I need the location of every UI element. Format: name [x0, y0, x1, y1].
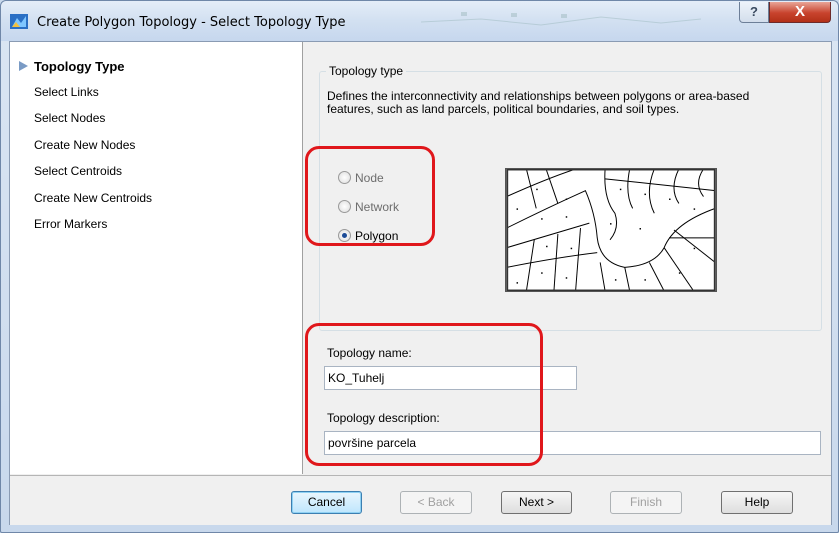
- title-bar-decoration: [421, 12, 701, 26]
- nav-step-select-links[interactable]: Select Links: [34, 85, 99, 99]
- nav-step-topology-type[interactable]: Topology Type: [34, 59, 125, 74]
- nav-step-create-new-centroids[interactable]: Create New Centroids: [34, 191, 152, 205]
- next-button[interactable]: Next >: [501, 491, 572, 514]
- button-bar: Cancel < Back Next > Finish Help: [10, 475, 831, 525]
- radio-highlight-annotation: [305, 146, 435, 246]
- app-icon: [10, 14, 28, 29]
- title-bar[interactable]: Create Polygon Topology - Select Topolog…: [1, 1, 838, 41]
- help-button[interactable]: Help: [721, 491, 793, 514]
- finish-button[interactable]: Finish: [610, 491, 682, 514]
- help-title-button[interactable]: ?: [739, 2, 769, 23]
- wizard-steps-pane: Topology Type Select Links Select Nodes …: [10, 42, 303, 474]
- dialog-window: Create Polygon Topology - Select Topolog…: [0, 0, 839, 533]
- nav-step-create-new-nodes[interactable]: Create New Nodes: [34, 138, 135, 152]
- fields-highlight-annotation: [305, 323, 543, 466]
- current-step-arrow-icon: [19, 61, 28, 71]
- close-button[interactable]: X: [769, 2, 831, 23]
- nav-step-select-centroids[interactable]: Select Centroids: [34, 164, 122, 178]
- topology-type-description: Defines the interconnectivity and relati…: [327, 89, 750, 116]
- cancel-button[interactable]: Cancel: [291, 491, 362, 514]
- nav-step-select-nodes[interactable]: Select Nodes: [34, 111, 105, 125]
- back-button[interactable]: < Back: [400, 491, 472, 514]
- topology-type-group-label: Topology type: [329, 64, 404, 78]
- nav-step-error-markers[interactable]: Error Markers: [34, 217, 107, 231]
- window-title: Create Polygon Topology - Select Topolog…: [37, 15, 346, 30]
- polygon-topology-illustration: [505, 168, 717, 292]
